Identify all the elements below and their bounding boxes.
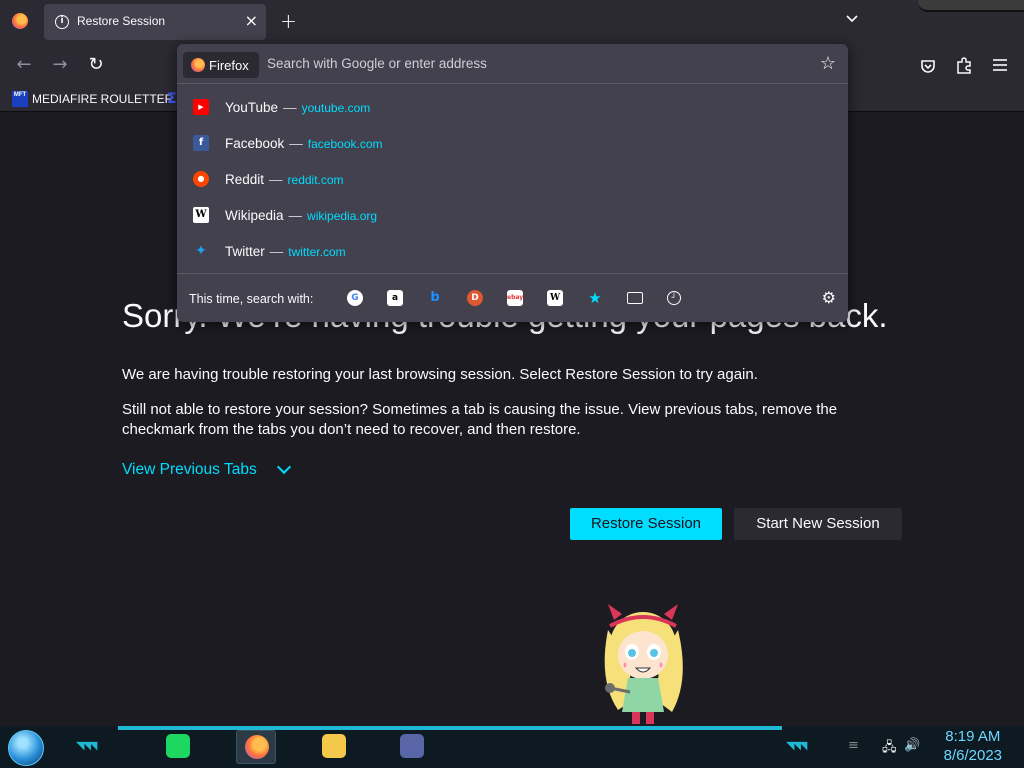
urlbar-popup: Firefox ☆ ▶ YouTube—youtube.com f Facebo…: [177, 44, 848, 322]
search-with-label: This time, search with:: [189, 292, 314, 306]
start-new-session-button[interactable]: Start New Session: [734, 508, 902, 540]
pocket-icon[interactable]: [918, 56, 938, 76]
suggestion-title: Facebook: [225, 135, 285, 151]
search-engine-label: Firefox: [209, 57, 249, 73]
bookmark-item[interactable]: MFT MEDIAFIRE ROULETTER: [12, 89, 173, 109]
notes-app-icon: [166, 734, 190, 758]
suggestion-separator: —: [289, 135, 303, 151]
bookmark-label: MEDIAFIRE ROULETTER: [32, 92, 174, 106]
suggestion-url: wikipedia.org: [307, 208, 378, 223]
tabs-icon[interactable]: [627, 292, 643, 304]
suggestion-row[interactable]: f Facebook — facebook.com: [177, 125, 848, 161]
close-icon[interactable]: ×: [245, 11, 258, 30]
firefox-icon: [191, 58, 205, 72]
suggestion-row[interactable]: W Wikipedia — wikipedia.org: [177, 197, 848, 233]
window-decoration: [918, 0, 1024, 12]
chevron-down-icon[interactable]: [845, 12, 859, 26]
gear-icon[interactable]: ⚙: [822, 288, 836, 307]
volume-icon[interactable]: 🔊: [904, 738, 920, 753]
tab-strip: i Restore Session × +: [0, 0, 1024, 44]
suggestion-url: facebook.com: [307, 136, 383, 151]
duckduckgo-icon[interactable]: D: [467, 290, 483, 306]
bing-icon[interactable]: b: [427, 290, 443, 306]
error-help-text: Still not able to restore your session? …: [122, 401, 838, 438]
cartoon-character-sticker: [604, 604, 683, 724]
suggestion-url: reddit.com: [287, 172, 344, 187]
info-icon: i: [55, 15, 69, 29]
wikipedia-icon[interactable]: W: [547, 290, 563, 306]
clock[interactable]: 8:19 AM 8/6/2023: [944, 728, 1002, 766]
tab-restore-session[interactable]: i Restore Session ×: [44, 4, 266, 40]
taskbar-app-control-panel[interactable]: [392, 730, 432, 764]
address-input[interactable]: [267, 56, 787, 71]
suggestion-separator: —: [269, 171, 283, 187]
ebay-icon[interactable]: ebay: [507, 290, 523, 306]
firefox-icon: [245, 735, 269, 759]
back-icon[interactable]: ←: [14, 55, 34, 75]
taskbar-app-notes[interactable]: [158, 730, 198, 764]
tab-title: Restore Session: [77, 14, 166, 28]
suggestion-separator: —: [288, 207, 303, 223]
suggestion-text: Reddit — reddit.com: [225, 172, 344, 187]
view-previous-tabs-toggle[interactable]: View Previous Tabs: [122, 459, 291, 479]
extensions-icon[interactable]: [954, 55, 974, 75]
youtube-icon: ▶: [193, 99, 209, 115]
suggestion-title: Reddit: [225, 171, 265, 187]
wikipedia-icon: W: [193, 207, 209, 223]
taskbar-app-file-explorer[interactable]: [314, 730, 354, 764]
history-icon[interactable]: ┘: [667, 291, 681, 305]
amazon-icon[interactable]: a: [387, 290, 403, 306]
bookmarks-star-icon[interactable]: ★: [587, 290, 603, 306]
suggestion-separator: —: [269, 243, 284, 259]
restore-session-button[interactable]: Restore Session: [570, 508, 722, 540]
forward-icon[interactable]: →: [50, 55, 70, 75]
facebook-icon: f: [193, 135, 209, 151]
urlbar: Firefox ☆: [177, 44, 848, 84]
clock-date: 8/6/2023: [943, 747, 1002, 764]
start-button[interactable]: [8, 730, 44, 766]
reddit-icon: ●: [193, 171, 209, 187]
error-description: We are having trouble restoring your las…: [122, 366, 758, 383]
taskbar: ◥◥◥ ◥◥◥ ≡ 🖧 🔊 8:19 AM 8/6/2023: [0, 726, 1024, 768]
folder-icon: [322, 734, 346, 758]
new-tab-button[interactable]: +: [280, 9, 297, 33]
suggestion-url: twitter.com: [288, 244, 346, 259]
suggestion-text: Twitter — twitter.com: [225, 244, 346, 259]
decorative-chevrons: ◥◥◥: [786, 739, 807, 752]
search-engine-chip[interactable]: Firefox: [183, 52, 259, 78]
google-icon[interactable]: G: [347, 290, 363, 306]
suggestion-title: Wikipedia: [225, 207, 284, 223]
twitter-icon: ✦: [195, 243, 207, 259]
suggestion-text: YouTube — youtube.com: [225, 100, 370, 115]
menu-icon[interactable]: [990, 55, 1010, 75]
suggestion-row[interactable]: ✦ Twitter — twitter.com: [177, 233, 848, 269]
reload-icon[interactable]: ↻: [86, 55, 106, 75]
chevron-down-icon: [276, 459, 291, 475]
suggestion-url: youtube.com: [301, 100, 371, 115]
mediafire-roulette-icon: MFT: [12, 91, 28, 107]
suggestion-separator: —: [283, 99, 297, 115]
clock-time: 8:19 AM: [945, 728, 1001, 745]
tray-expand-icon[interactable]: ≡: [848, 738, 859, 753]
suggestion-row[interactable]: ▶ YouTube — youtube.com: [177, 89, 848, 125]
bookmark-star-icon[interactable]: ☆: [820, 53, 836, 74]
decorative-chevrons: ◥◥◥: [76, 739, 97, 752]
firefox-icon[interactable]: [12, 13, 28, 29]
suggestion-title: Twitter: [225, 243, 265, 259]
one-off-search-bar: This time, search with: G a b D ebay W ★…: [177, 273, 848, 322]
suggestion-row[interactable]: ● Reddit — reddit.com: [177, 161, 848, 197]
bookmark-overflow-icon[interactable]: Σ: [167, 92, 177, 106]
taskbar-app-firefox[interactable]: [236, 730, 276, 764]
network-icon[interactable]: 🖧: [882, 738, 897, 760]
taskbar-accent-bar: [118, 726, 782, 730]
suggestion-text: Facebook — facebook.com: [225, 136, 383, 151]
control-panel-icon: [400, 734, 424, 758]
suggestion-text: Wikipedia — wikipedia.org: [225, 208, 377, 223]
view-previous-tabs-label: View Previous Tabs: [122, 461, 257, 478]
suggestion-title: YouTube: [225, 99, 279, 115]
